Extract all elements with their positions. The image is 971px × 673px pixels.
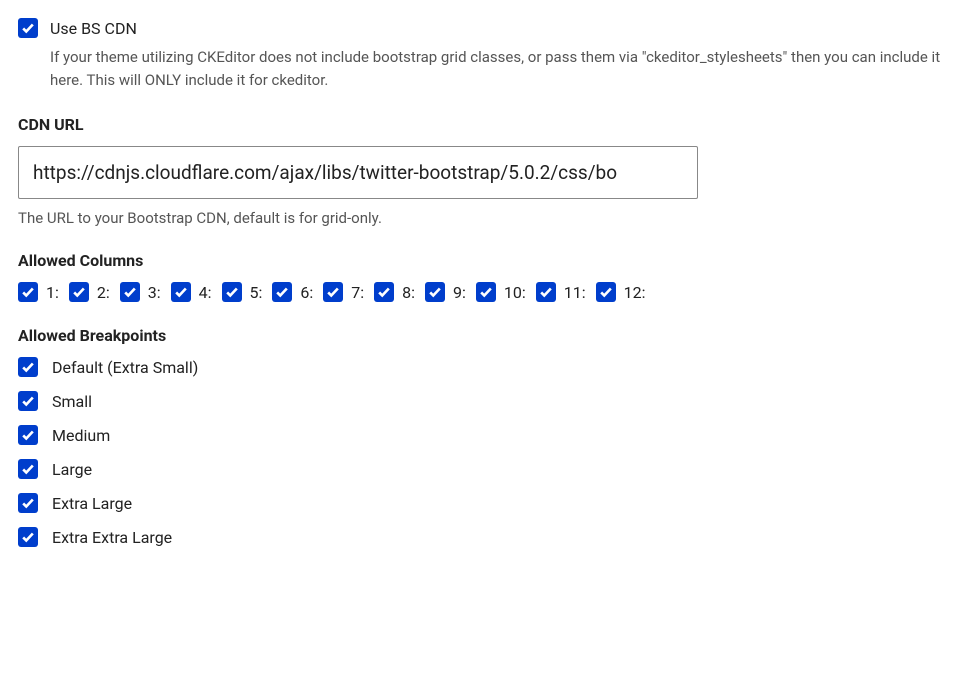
column-checkbox-10[interactable] bbox=[476, 282, 496, 302]
column-label: 3: bbox=[148, 283, 161, 302]
check-icon bbox=[21, 530, 35, 544]
check-icon bbox=[599, 285, 613, 299]
breakpoint-checkbox[interactable] bbox=[18, 357, 38, 377]
use-bs-cdn-checkbox[interactable] bbox=[18, 18, 38, 38]
allowed-columns-row: 1: 2: 3: 4: 5: 6: 7: 8: 9: 10: 11: 12: bbox=[18, 282, 953, 302]
breakpoint-item: Small bbox=[18, 391, 953, 411]
breakpoint-label: Extra Extra Large bbox=[52, 528, 172, 547]
breakpoint-label: Medium bbox=[52, 426, 110, 445]
column-checkbox-11[interactable] bbox=[536, 282, 556, 302]
breakpoint-checkbox[interactable] bbox=[18, 493, 38, 513]
allowed-columns-label: Allowed Columns bbox=[18, 251, 953, 270]
column-label: 5: bbox=[250, 283, 263, 302]
check-icon bbox=[174, 285, 188, 299]
allowed-columns-group: Allowed Columns 1: 2: 3: 4: 5: 6: 7: 8: 9: 10: 11:… bbox=[18, 251, 953, 302]
breakpoint-item: Extra Extra Large bbox=[18, 527, 953, 547]
column-checkbox-9[interactable] bbox=[425, 282, 445, 302]
breakpoint-label: Extra Large bbox=[52, 494, 132, 513]
breakpoint-checkbox[interactable] bbox=[18, 459, 38, 479]
allowed-breakpoints-group: Allowed Breakpoints Default (Extra Small… bbox=[18, 326, 953, 547]
use-bs-cdn-row: Use BS CDN bbox=[18, 18, 953, 38]
breakpoint-label: Large bbox=[52, 460, 92, 479]
column-label: 6: bbox=[300, 283, 313, 302]
check-icon bbox=[21, 428, 35, 442]
breakpoint-item: Medium bbox=[18, 425, 953, 445]
breakpoint-checkbox[interactable] bbox=[18, 527, 38, 547]
breakpoint-checkbox[interactable] bbox=[18, 391, 38, 411]
column-label: 7: bbox=[351, 283, 364, 302]
column-label: 10: bbox=[504, 283, 526, 302]
check-icon bbox=[21, 21, 35, 35]
allowed-breakpoints-label: Allowed Breakpoints bbox=[18, 326, 953, 345]
check-icon bbox=[377, 285, 391, 299]
check-icon bbox=[21, 496, 35, 510]
use-bs-cdn-help: If your theme utilizing CKEditor does no… bbox=[50, 46, 953, 91]
column-label: 11: bbox=[564, 283, 586, 302]
cdn-url-label: CDN URL bbox=[18, 115, 953, 134]
check-icon bbox=[21, 285, 35, 299]
breakpoint-label: Small bbox=[52, 392, 92, 411]
allowed-breakpoints-list: Default (Extra Small) Small Medium Large Ext… bbox=[18, 357, 953, 547]
check-icon bbox=[21, 462, 35, 476]
check-icon bbox=[479, 285, 493, 299]
column-label: 1: bbox=[46, 283, 59, 302]
column-checkbox-2[interactable] bbox=[69, 282, 89, 302]
check-icon bbox=[275, 285, 289, 299]
check-icon bbox=[225, 285, 239, 299]
column-checkbox-4[interactable] bbox=[171, 282, 191, 302]
column-checkbox-8[interactable] bbox=[374, 282, 394, 302]
check-icon bbox=[428, 285, 442, 299]
breakpoint-item: Large bbox=[18, 459, 953, 479]
breakpoint-item: Extra Large bbox=[18, 493, 953, 513]
column-label: 2: bbox=[97, 283, 110, 302]
column-checkbox-12[interactable] bbox=[596, 282, 616, 302]
use-bs-cdn-label: Use BS CDN bbox=[50, 19, 137, 38]
column-label: 9: bbox=[453, 283, 466, 302]
check-icon bbox=[21, 394, 35, 408]
column-checkbox-7[interactable] bbox=[323, 282, 343, 302]
cdn-url-input[interactable] bbox=[18, 146, 698, 199]
breakpoint-checkbox[interactable] bbox=[18, 425, 38, 445]
column-checkbox-5[interactable] bbox=[222, 282, 242, 302]
column-label: 4: bbox=[199, 283, 212, 302]
cdn-url-group: CDN URL The URL to your Bootstrap CDN, d… bbox=[18, 115, 953, 227]
check-icon bbox=[21, 360, 35, 374]
check-icon bbox=[326, 285, 340, 299]
column-label: 12: bbox=[624, 283, 646, 302]
check-icon bbox=[72, 285, 86, 299]
breakpoint-item: Default (Extra Small) bbox=[18, 357, 953, 377]
breakpoint-label: Default (Extra Small) bbox=[52, 358, 198, 377]
column-label: 8: bbox=[402, 283, 415, 302]
allowed-columns-master-checkbox[interactable] bbox=[18, 282, 38, 302]
check-icon bbox=[539, 285, 553, 299]
use-bs-cdn-group: Use BS CDN If your theme utilizing CKEdi… bbox=[18, 18, 953, 91]
column-checkbox-3[interactable] bbox=[120, 282, 140, 302]
column-checkbox-6[interactable] bbox=[272, 282, 292, 302]
check-icon bbox=[123, 285, 137, 299]
cdn-url-help: The URL to your Bootstrap CDN, default i… bbox=[18, 209, 953, 227]
